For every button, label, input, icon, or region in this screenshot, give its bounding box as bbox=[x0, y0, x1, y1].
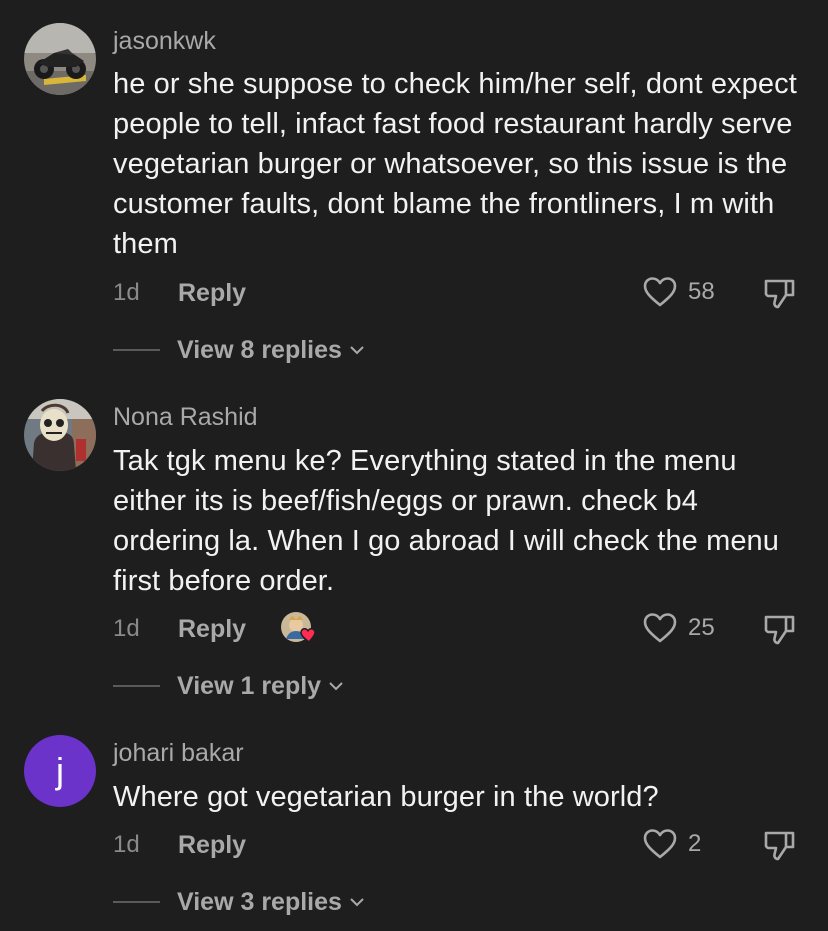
heart-outline-icon bbox=[643, 277, 677, 307]
chevron-down-icon bbox=[350, 346, 364, 355]
comment-timestamp: 1d bbox=[113, 279, 140, 306]
like-button[interactable]: 58 bbox=[642, 275, 715, 309]
motorcycle-photo-avatar bbox=[24, 23, 96, 95]
thumbs-down-icon bbox=[764, 615, 795, 645]
comment-username[interactable]: jasonkwk bbox=[113, 26, 216, 56]
avatar[interactable] bbox=[24, 23, 96, 95]
dislike-button[interactable] bbox=[762, 275, 798, 311]
like-count: 25 bbox=[688, 614, 715, 641]
comment-username[interactable]: johari bakar bbox=[113, 738, 244, 768]
view-replies-button[interactable]: View 8 replies bbox=[113, 334, 366, 366]
comment-text: Tak tgk menu ke? Everything stated in th… bbox=[113, 445, 780, 597]
comment-text: he or she suppose to check him/her self,… bbox=[113, 68, 797, 260]
view-replies-button[interactable]: View 3 replies bbox=[113, 886, 366, 918]
chevron-down-icon bbox=[329, 682, 343, 691]
like-button[interactable]: 25 bbox=[642, 611, 715, 645]
avatar-initial: j bbox=[56, 750, 64, 791]
heart-outline-icon bbox=[643, 613, 677, 643]
divider bbox=[113, 685, 160, 687]
view-replies-label: View 1 reply bbox=[177, 671, 322, 700]
divider bbox=[113, 349, 160, 351]
dislike-button[interactable] bbox=[762, 827, 798, 863]
like-count: 2 bbox=[688, 830, 702, 857]
reply-button[interactable]: Reply bbox=[178, 278, 246, 308]
dislike-button[interactable] bbox=[762, 611, 798, 647]
view-replies-button[interactable]: View 1 reply bbox=[113, 670, 345, 702]
reply-button[interactable]: Reply bbox=[178, 830, 246, 860]
comment-username[interactable]: Nona Rashid bbox=[113, 402, 258, 432]
comments-panel: jasonkwk he or she suppose to check him/… bbox=[0, 0, 828, 931]
heart-outline-icon bbox=[643, 829, 677, 859]
thumbs-down-icon bbox=[764, 831, 795, 861]
avatar[interactable]: j bbox=[24, 735, 96, 807]
divider bbox=[113, 901, 160, 903]
reply-button[interactable]: Reply bbox=[178, 614, 246, 644]
creator-reaction-badge bbox=[280, 611, 318, 645]
like-button[interactable]: 2 bbox=[642, 827, 701, 861]
avatar[interactable] bbox=[24, 399, 96, 471]
thumbs-down-icon bbox=[764, 279, 795, 309]
comment-timestamp: 1d bbox=[113, 831, 140, 858]
comment-text: Where got vegetarian burger in the world… bbox=[113, 781, 659, 813]
creator-liked-heart-icon bbox=[281, 612, 316, 644]
skeleton-photo-avatar bbox=[24, 399, 96, 471]
view-replies-label: View 8 replies bbox=[177, 335, 342, 364]
view-replies-label: View 3 replies bbox=[177, 887, 342, 916]
like-count: 58 bbox=[688, 278, 715, 305]
comment-timestamp: 1d bbox=[113, 615, 140, 642]
chevron-down-icon bbox=[350, 898, 364, 907]
